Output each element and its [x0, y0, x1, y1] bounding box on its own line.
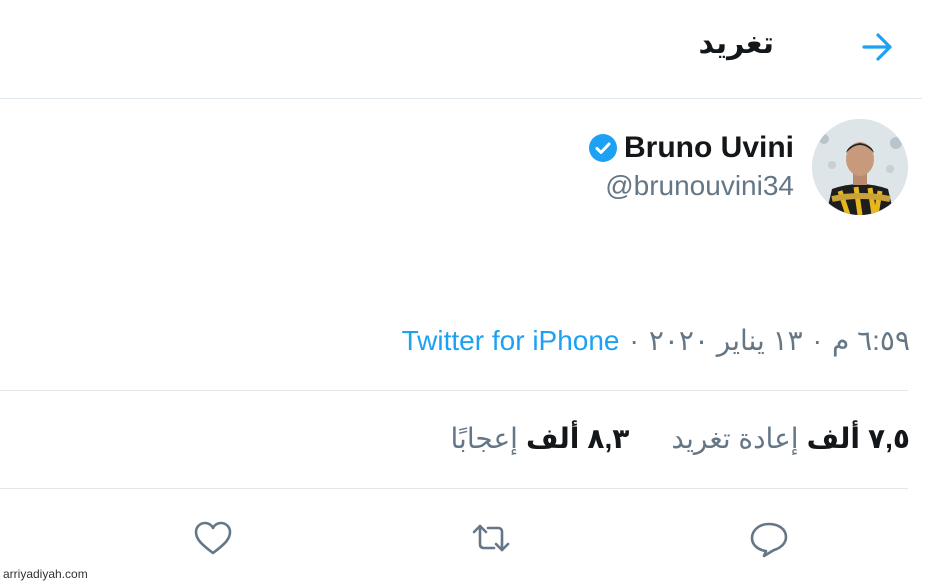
author-display-name[interactable]: Bruno Uvini [624, 131, 794, 165]
page-title: تغريد [698, 27, 774, 60]
tweet-date[interactable]: ١٣ يناير ٢٠٢٠ [649, 324, 803, 357]
retweet-count-unit: ألف [806, 423, 861, 454]
likes-stat[interactable]: ٨,٣ ألف إعجابًا [451, 422, 630, 455]
author-name-row[interactable]: Bruno Uvini [588, 131, 794, 165]
divider [0, 488, 908, 489]
verified-badge-icon [589, 134, 617, 162]
tweet-time[interactable]: ٦:٥٩ م [832, 324, 910, 357]
avatar-image [812, 119, 908, 215]
retweets-label: إعادة تغريد [671, 423, 799, 454]
reply-icon[interactable] [748, 518, 790, 558]
tweet-header: تغريد [0, 0, 922, 99]
likes-label: إعجابًا [450, 423, 518, 454]
meta-separator: · [812, 324, 822, 356]
like-icon[interactable] [192, 518, 234, 558]
arrow-right-icon[interactable] [858, 30, 898, 64]
meta-separator: · [629, 324, 639, 356]
like-count: ٨,٣ [587, 423, 630, 454]
watermark: arriyadiyah.com [3, 567, 88, 581]
like-count-unit: ألف [525, 423, 580, 454]
divider [0, 390, 908, 391]
tweet-source-link[interactable]: Twitter for iPhone [402, 325, 620, 357]
retweet-icon[interactable] [470, 518, 512, 558]
author-handle[interactable]: @brunouvini34 [605, 170, 794, 202]
retweets-stat[interactable]: ٧,٥ ألف إعادة تغريد [671, 422, 910, 455]
avatar[interactable] [812, 119, 908, 215]
tweet-stats: ٧,٥ ألف إعادة تغريد ٨,٣ ألف إعجابًا [451, 422, 910, 455]
tweet-meta: Twitter for iPhone · ١٣ يناير ٢٠٢٠ · ٦:٥… [402, 324, 910, 357]
retweet-count: ٧,٥ [868, 423, 910, 454]
